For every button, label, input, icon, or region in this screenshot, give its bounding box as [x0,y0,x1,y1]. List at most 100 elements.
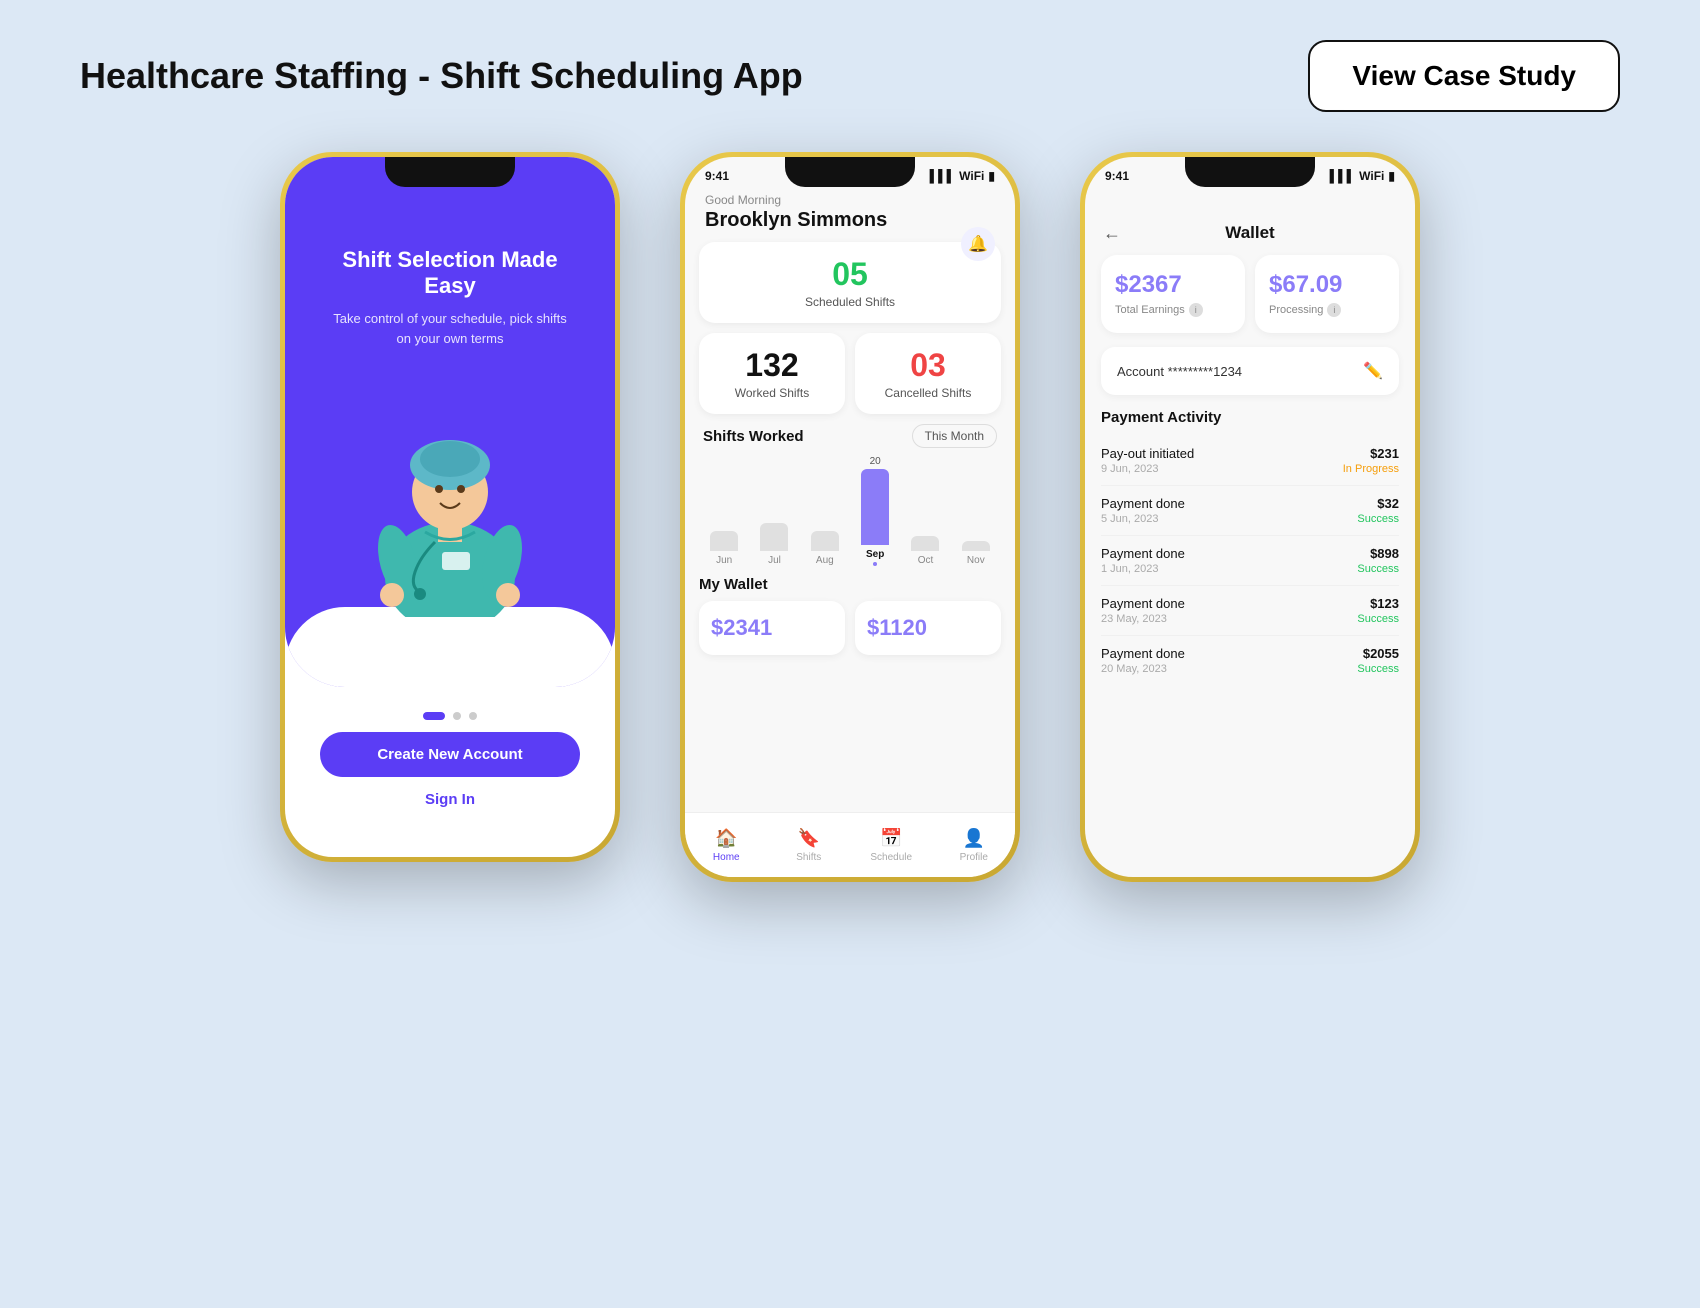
total-earnings-amount: $2367 [1115,271,1231,299]
bar-jul-label: Jul [768,555,781,566]
dot-1 [423,712,445,720]
phone2-notch [785,157,915,187]
account-row: Account *********1234 ✏️ [1101,347,1399,395]
this-month-badge[interactable]: This Month [912,424,997,448]
wallet-title: Wallet [1225,223,1274,243]
payment-date-4: 23 May, 2023 [1101,613,1185,625]
worked-count: 132 [715,347,829,384]
wallet-amount-1: $2341 [711,615,833,641]
wallet-page-header: ← Wallet [1085,187,1415,255]
nav-shifts[interactable]: 🔖 Shifts [768,813,851,877]
bar-nov-fill [962,541,990,551]
phone1-screen: Shift Selection Made Easy Take control o… [285,157,615,857]
schedule-icon: 📅 [880,828,902,849]
bar-oct-label: Oct [918,555,934,566]
payment-amount-2: $32 [1357,496,1399,511]
payment-item-1: Pay-out initiated 9 Jun, 2023 $231 In Pr… [1101,436,1399,486]
bar-jul-fill [760,523,788,551]
nav-home-label: Home [713,852,740,863]
nav-home[interactable]: 🏠 Home [685,813,768,877]
pagination-dots [285,712,615,720]
account-number: Account *********1234 [1117,364,1242,379]
nav-shifts-label: Shifts [796,852,821,863]
good-morning-text: Good Morning [705,193,995,207]
time: 9:41 [705,169,729,183]
create-account-button[interactable]: Create New Account [320,732,580,777]
cancelled-label: Cancelled Shifts [871,386,985,400]
wallet-cards: $2341 $1120 [699,601,1001,655]
shifts-worked-title: Shifts Worked [703,428,804,445]
bar-aug-fill [811,531,839,551]
signal-icon: ▌▌▌ [930,169,956,183]
dot-2 [453,712,461,720]
payment-name-2: Payment done [1101,496,1185,511]
payment-amount-1: $231 [1343,446,1399,461]
nav-profile-label: Profile [960,852,988,863]
wallet-card-1: $2341 [699,601,845,655]
processing-amount: $67.09 [1269,271,1385,299]
back-button[interactable]: ← [1103,223,1121,244]
nav-profile[interactable]: 👤 Profile [933,813,1016,877]
sign-in-link[interactable]: Sign In [285,791,615,808]
bar-jun-fill [710,531,738,551]
battery-icon: ▮ [988,169,995,183]
bar-sep: 20 Sep [850,456,900,566]
notification-bell[interactable]: 🔔 [961,227,995,261]
payment-status-2: Success [1357,513,1399,525]
payment-amount-3: $898 [1357,546,1399,561]
edit-account-button[interactable]: ✏️ [1363,361,1383,381]
worked-label: Worked Shifts [715,386,829,400]
phone1-subtitle: Take control of your schedule, pick shif… [285,309,615,348]
bar-nov: Nov [951,456,1001,566]
view-case-study-button[interactable]: View Case Study [1308,40,1620,112]
nurse-illustration [360,377,540,617]
my-wallet-title: My Wallet [699,576,1001,593]
payment-date-2: 5 Jun, 2023 [1101,513,1185,525]
scheduled-shifts-card: 05 Scheduled Shifts [699,242,1001,323]
earnings-info-icon[interactable]: i [1189,303,1203,317]
nav-schedule-label: Schedule [870,852,912,863]
payment-activity-title: Payment Activity [1101,409,1399,426]
wifi-icon: WiFi [959,169,984,183]
home-icon: 🏠 [715,828,737,849]
processing-card: $67.09 Processing i [1255,255,1399,333]
processing-info-icon[interactable]: i [1327,303,1341,317]
phone3-notch [1185,157,1315,187]
my-wallet-section: My Wallet $2341 $1120 [685,576,1015,655]
cancelled-shifts-card: 03 Cancelled Shifts [855,333,1001,414]
payment-name-5: Payment done [1101,646,1185,661]
shifts-row: 132 Worked Shifts 03 Cancelled Shifts [699,333,1001,414]
profile-icon: 👤 [963,828,985,849]
phone-2-dashboard: 9:41 ▌▌▌ WiFi ▮ Good Morning Brooklyn Si… [680,152,1020,882]
payment-status-4: Success [1357,613,1399,625]
dashboard-header: Good Morning Brooklyn Simmons 🔔 [685,187,1015,242]
payment-item-3: Payment done 1 Jun, 2023 $898 Success [1101,536,1399,586]
scheduled-count: 05 [715,256,985,293]
phone2-screen: 9:41 ▌▌▌ WiFi ▮ Good Morning Brooklyn Si… [685,157,1015,877]
wallet-amount-2: $1120 [867,615,989,641]
processing-label: Processing i [1269,303,1385,317]
phone3-status-icons: ▌▌▌ WiFi ▮ [1330,169,1395,183]
dot-3 [469,712,477,720]
phone-3-wallet: 9:41 ▌▌▌ WiFi ▮ ← Wallet $2367 [1080,152,1420,882]
scheduled-label: Scheduled Shifts [715,295,985,309]
cancelled-count: 03 [871,347,985,384]
phone3-screen: 9:41 ▌▌▌ WiFi ▮ ← Wallet $2367 [1085,157,1415,877]
payment-item-5: Payment done 20 May, 2023 $2055 Success [1101,636,1399,685]
phone3-battery: ▮ [1388,169,1395,183]
bar-nov-label: Nov [967,555,985,566]
phones-container: Shift Selection Made Easy Take control o… [0,142,1700,892]
worked-shifts-card: 132 Worked Shifts [699,333,845,414]
bar-jul: Jul [749,456,799,566]
total-earnings-label: Total Earnings i [1115,303,1231,317]
user-name: Brooklyn Simmons [705,209,995,232]
payment-amount-5: $2055 [1357,646,1399,661]
bar-oct-fill [911,536,939,551]
wallet-totals: $2367 Total Earnings i $67.09 Processing… [1101,255,1399,333]
payment-name-3: Payment done [1101,546,1185,561]
bar-oct: Oct [900,456,950,566]
bar-sep-label: Sep [866,549,884,560]
nav-schedule[interactable]: 📅 Schedule [850,813,933,877]
bottom-navigation: 🏠 Home 🔖 Shifts 📅 Schedule 👤 Profile [685,812,1015,877]
status-icons: ▌▌▌ WiFi ▮ [930,169,995,183]
